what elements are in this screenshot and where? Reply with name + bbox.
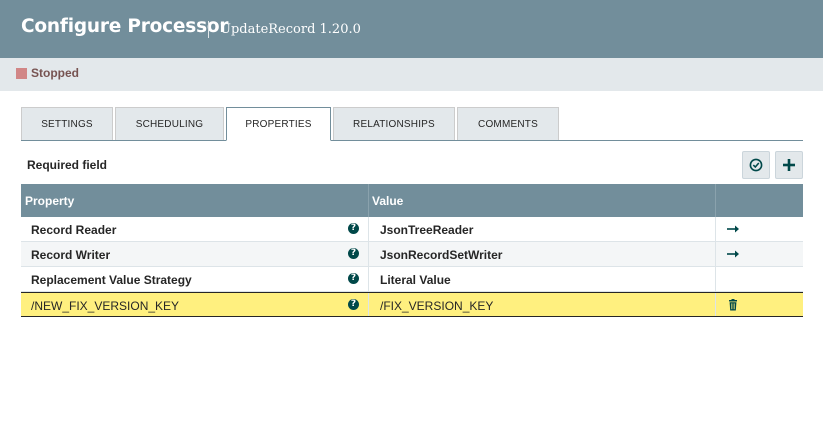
run-status: Stopped: [31, 66, 79, 80]
help-icon[interactable]: ?: [348, 248, 359, 259]
arrow-right-icon[interactable]: [726, 247, 740, 261]
arrow-right-icon[interactable]: [726, 222, 740, 236]
required-field-label: Required field: [27, 158, 108, 172]
tab-properties[interactable]: PROPERTIES: [226, 107, 331, 141]
tabs-divider: [21, 140, 803, 141]
tab-scheduling[interactable]: SCHEDULING: [115, 107, 224, 140]
property-value[interactable]: JsonRecordSetWriter: [380, 248, 502, 262]
cell-divider: [715, 242, 716, 266]
status-bar: [0, 58, 823, 91]
plus-icon: [783, 159, 795, 171]
cell-divider: [368, 267, 369, 291]
tab-relationships[interactable]: RELATIONSHIPS: [333, 107, 455, 140]
help-icon[interactable]: ?: [348, 273, 359, 284]
tab-comments[interactable]: COMMENTS: [457, 107, 559, 140]
cell-divider: [715, 293, 716, 316]
help-icon[interactable]: ?: [348, 299, 359, 310]
table-row[interactable]: Replacement Value Strategy ? Literal Val…: [21, 267, 803, 292]
trash-icon[interactable]: [726, 298, 740, 312]
table-header: Property Value: [21, 184, 803, 217]
column-header-property: Property: [25, 194, 75, 208]
add-property-button[interactable]: [775, 151, 803, 179]
processor-type: UpdateRecord 1.20.0: [220, 22, 361, 37]
table-row-selected[interactable]: /NEW_FIX_VERSION_KEY ? /FIX_VERSION_KEY: [21, 292, 803, 317]
stopped-icon: [16, 68, 27, 79]
property-value[interactable]: JsonTreeReader: [380, 223, 473, 237]
header-divider-1: [368, 184, 369, 217]
cell-divider: [715, 267, 716, 291]
property-value[interactable]: /FIX_VERSION_KEY: [380, 299, 493, 313]
cell-divider: [715, 217, 716, 241]
cell-divider: [368, 217, 369, 241]
dialog-header: Configure Processor UpdateRecord 1.20.0: [0, 0, 823, 58]
header-divider: [208, 21, 209, 38]
verify-properties-button[interactable]: [742, 151, 770, 179]
column-header-value: Value: [372, 194, 404, 208]
properties-table: Property Value Record Reader ? JsonTreeR…: [21, 184, 803, 317]
property-name: Record Reader: [31, 223, 117, 237]
property-name: /NEW_FIX_VERSION_KEY: [31, 299, 180, 313]
dialog-title: Configure Processor: [21, 16, 229, 37]
property-name: Record Writer: [31, 248, 111, 262]
table-row[interactable]: Record Writer ? JsonRecordSetWriter: [21, 242, 803, 267]
tab-settings[interactable]: SETTINGS: [21, 107, 113, 140]
help-icon[interactable]: ?: [348, 223, 359, 234]
cell-divider: [368, 293, 369, 316]
table-row[interactable]: Record Reader ? JsonTreeReader: [21, 217, 803, 242]
property-value[interactable]: Literal Value: [380, 273, 451, 287]
check-circle-icon: [749, 158, 763, 172]
header-divider-2: [715, 184, 716, 217]
property-name: Replacement Value Strategy: [31, 273, 192, 287]
cell-divider: [368, 242, 369, 266]
